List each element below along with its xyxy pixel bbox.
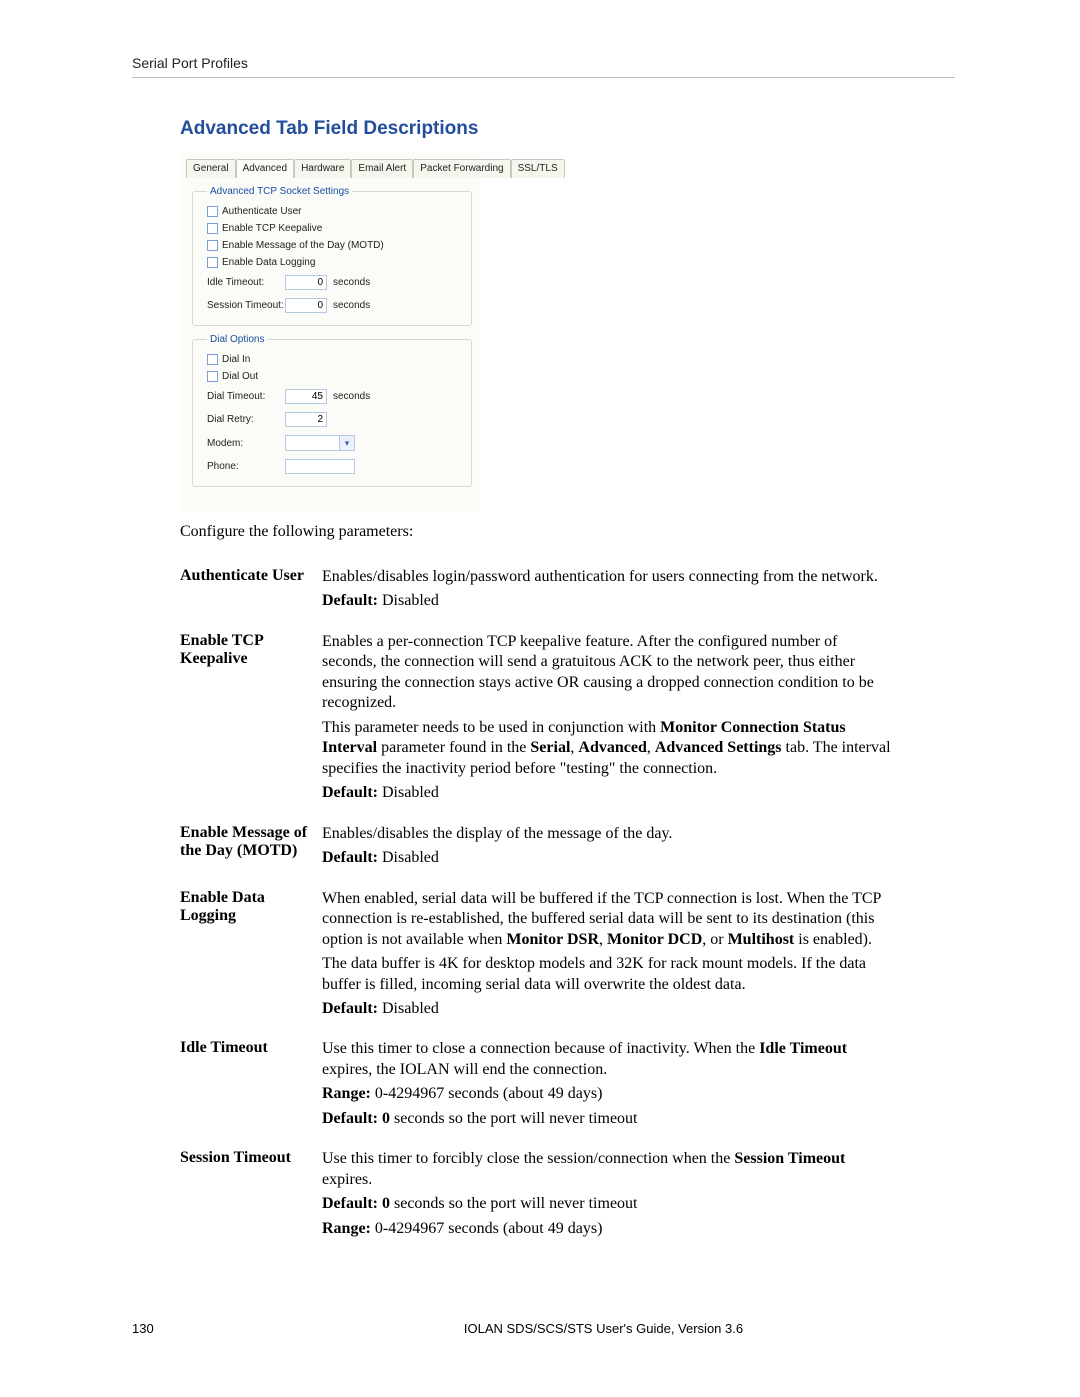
table-row: Idle Timeout Use this timer to close a c… — [180, 1031, 900, 1141]
header-title: Serial Port Profiles — [132, 55, 248, 71]
chk-motd-label: Enable Message of the Day (MOTD) — [222, 240, 384, 251]
chevron-down-icon: ▾ — [339, 436, 354, 450]
chk-dial-in-label: Dial In — [222, 354, 250, 365]
group-advanced-tcp-legend: Advanced TCP Socket Settings — [207, 186, 352, 197]
page-footer: 130 IOLAN SDS/SCS/STS User's Guide, Vers… — [132, 1321, 955, 1336]
page-number: 130 — [132, 1321, 154, 1336]
table-row: Authenticate User Enables/disables login… — [180, 559, 900, 624]
field-descriptions-table: Authenticate User Enables/disables login… — [180, 559, 900, 1251]
table-row: Enable Message of the Day (MOTD) Enables… — [180, 816, 900, 881]
term-motd: Enable Message of the Day (MOTD) — [180, 816, 322, 881]
chk-authenticate-user[interactable] — [207, 206, 218, 217]
dial-timeout-suffix: seconds — [327, 391, 370, 402]
modem-combo[interactable]: ▾ — [285, 435, 355, 451]
term-session-timeout: Session Timeout — [180, 1141, 322, 1251]
modem-label: Modem: — [207, 438, 285, 449]
chk-dial-in[interactable] — [207, 354, 218, 365]
dial-timeout-label: Dial Timeout: — [207, 391, 285, 402]
dial-timeout-input[interactable] — [285, 389, 327, 404]
chk-motd[interactable] — [207, 240, 218, 251]
term-idle-timeout: Idle Timeout — [180, 1031, 322, 1141]
idle-timeout-label: Idle Timeout: — [207, 277, 285, 288]
idle-timeout-suffix: seconds — [327, 277, 370, 288]
session-timeout-input[interactable] — [285, 298, 327, 313]
section-title: Advanced Tab Field Descriptions — [180, 118, 955, 140]
term-tcp-keepalive: Enable TCP Keepalive — [180, 624, 322, 816]
phone-input[interactable] — [285, 459, 355, 474]
chk-dial-out-label: Dial Out — [222, 371, 258, 382]
group-dial-options: Dial Options Dial In Dial Out Dial Timeo… — [192, 334, 472, 487]
page-header: Serial Port Profiles — [132, 55, 955, 78]
idle-timeout-input[interactable] — [285, 275, 327, 290]
intro-text: Configure the following parameters: — [180, 523, 955, 541]
group-advanced-tcp: Advanced TCP Socket Settings Authenticat… — [192, 186, 472, 326]
desc-idle-timeout: Use this timer to close a connection bec… — [322, 1031, 900, 1141]
desc-authenticate-user: Enables/disables login/password authenti… — [322, 559, 900, 624]
dial-retry-label: Dial Retry: — [207, 414, 285, 425]
tab-email-alert[interactable]: Email Alert — [351, 159, 413, 178]
tab-advanced[interactable]: Advanced — [236, 159, 294, 178]
session-timeout-label: Session Timeout: — [207, 300, 285, 311]
phone-label: Phone: — [207, 461, 285, 472]
table-row: Enable Data Logging When enabled, serial… — [180, 881, 900, 1032]
advanced-tab-panel: General Advanced Hardware Email Alert Pa… — [180, 152, 480, 511]
table-row: Session Timeout Use this timer to forcib… — [180, 1141, 900, 1251]
dial-retry-input[interactable] — [285, 412, 327, 427]
chk-data-logging-label: Enable Data Logging — [222, 257, 315, 268]
tab-general[interactable]: General — [186, 159, 236, 178]
chk-authenticate-user-label: Authenticate User — [222, 206, 302, 217]
desc-tcp-keepalive: Enables a per-connection TCP keepalive f… — [322, 624, 900, 816]
desc-motd: Enables/disables the display of the mess… — [322, 816, 900, 881]
chk-tcp-keepalive-label: Enable TCP Keepalive — [222, 223, 322, 234]
footer-text: IOLAN SDS/SCS/STS User's Guide, Version … — [132, 1321, 955, 1336]
chk-tcp-keepalive[interactable] — [207, 223, 218, 234]
chk-data-logging[interactable] — [207, 257, 218, 268]
tab-hardware[interactable]: Hardware — [294, 159, 351, 178]
group-dial-options-legend: Dial Options — [207, 334, 267, 345]
term-data-logging: Enable Data Logging — [180, 881, 322, 1032]
chk-dial-out[interactable] — [207, 371, 218, 382]
session-timeout-suffix: seconds — [327, 300, 370, 311]
tab-strip: General Advanced Hardware Email Alert Pa… — [186, 158, 474, 178]
table-row: Enable TCP Keepalive Enables a per-conne… — [180, 624, 900, 816]
tab-ssl-tls[interactable]: SSL/TLS — [511, 159, 565, 178]
tab-packet-forwarding[interactable]: Packet Forwarding — [413, 159, 510, 178]
desc-data-logging: When enabled, serial data will be buffer… — [322, 881, 900, 1032]
term-authenticate-user: Authenticate User — [180, 559, 322, 624]
desc-session-timeout: Use this timer to forcibly close the ses… — [322, 1141, 900, 1251]
